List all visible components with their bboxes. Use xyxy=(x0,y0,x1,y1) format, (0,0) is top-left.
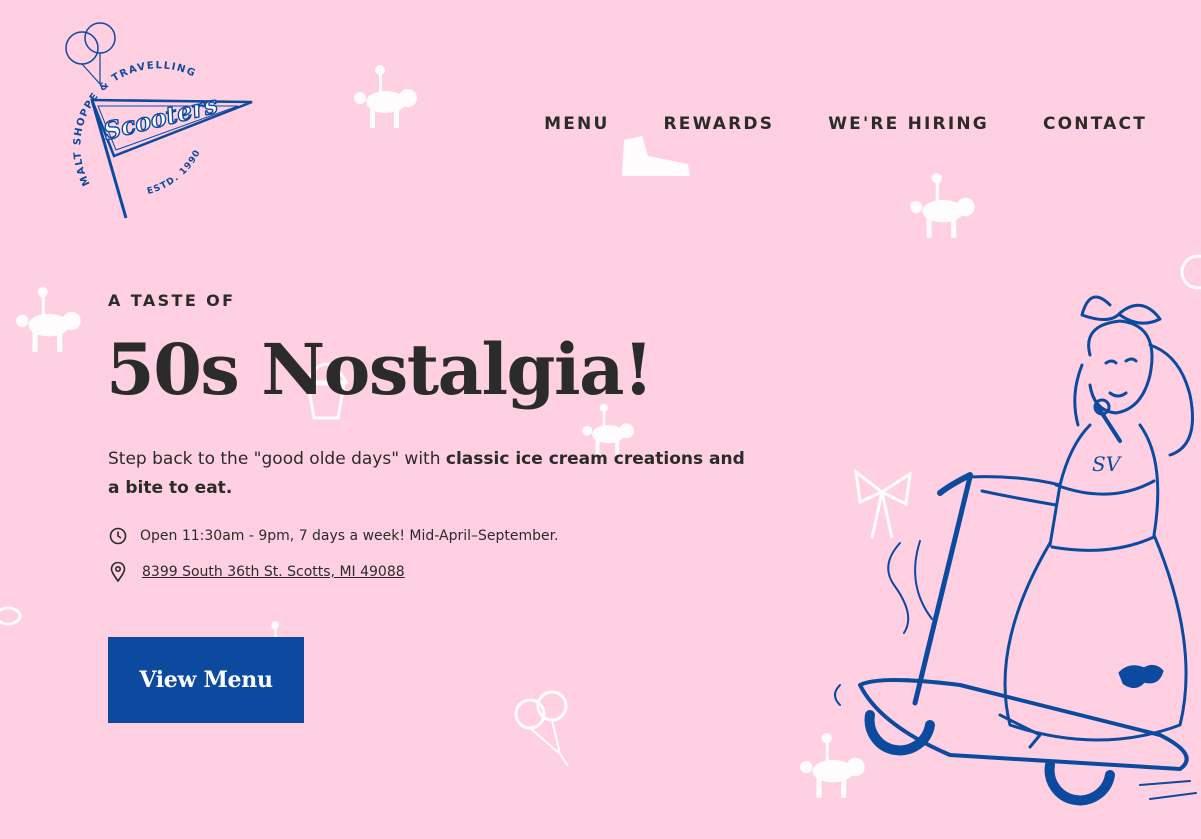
map-pin-icon xyxy=(108,562,128,582)
hero-headline: 50s Nostalgia! xyxy=(106,328,654,411)
poodle-doodle-icon xyxy=(906,166,986,246)
svg-text:SV: SV xyxy=(1092,452,1123,476)
hero-lede: Step back to the "good olde days" with c… xyxy=(108,445,748,503)
main-nav: MENU REWARDS WE'RE HIRING CONTACT xyxy=(544,114,1147,134)
lede-plain: Step back to the "good olde days" with xyxy=(108,449,446,469)
hero-eyebrow: A TASTE OF xyxy=(108,291,236,310)
nav-rewards-link[interactable]: REWARDS xyxy=(663,114,774,134)
hours-text: Open 11:30am - 9pm, 7 days a week! Mid-A… xyxy=(140,528,559,544)
address-row: 8399 South 36th St. Scotts, MI 49088 xyxy=(108,562,405,582)
poodle-doodle-icon xyxy=(350,58,428,136)
nav-contact-link[interactable]: CONTACT xyxy=(1043,114,1147,134)
brand-logo[interactable]: MALT SHOPPE & TRAVELLING TREATS ESTD. 19… xyxy=(47,6,262,229)
clock-icon xyxy=(108,526,128,546)
hours-row: Open 11:30am - 9pm, 7 days a week! Mid-A… xyxy=(108,526,559,546)
balloons-doodle-icon xyxy=(508,688,584,768)
view-menu-button[interactable]: View Menu xyxy=(108,637,304,723)
svg-text:ESTD. 1990: ESTD. 1990 xyxy=(146,148,203,197)
nav-menu-link[interactable]: MENU xyxy=(544,114,609,134)
poodle-doodle-icon xyxy=(12,280,92,360)
shoe-doodle-icon xyxy=(618,128,694,180)
brand-established: ESTD. 1990 xyxy=(146,148,202,197)
balloons-icon xyxy=(65,22,116,85)
girl-on-scooter-illustration: SV xyxy=(820,285,1201,835)
address-link[interactable]: 8399 South 36th St. Scotts, MI 49088 xyxy=(142,564,405,580)
nav-hiring-link[interactable]: WE'RE HIRING xyxy=(828,114,989,134)
ring-doodle-icon xyxy=(0,604,26,628)
